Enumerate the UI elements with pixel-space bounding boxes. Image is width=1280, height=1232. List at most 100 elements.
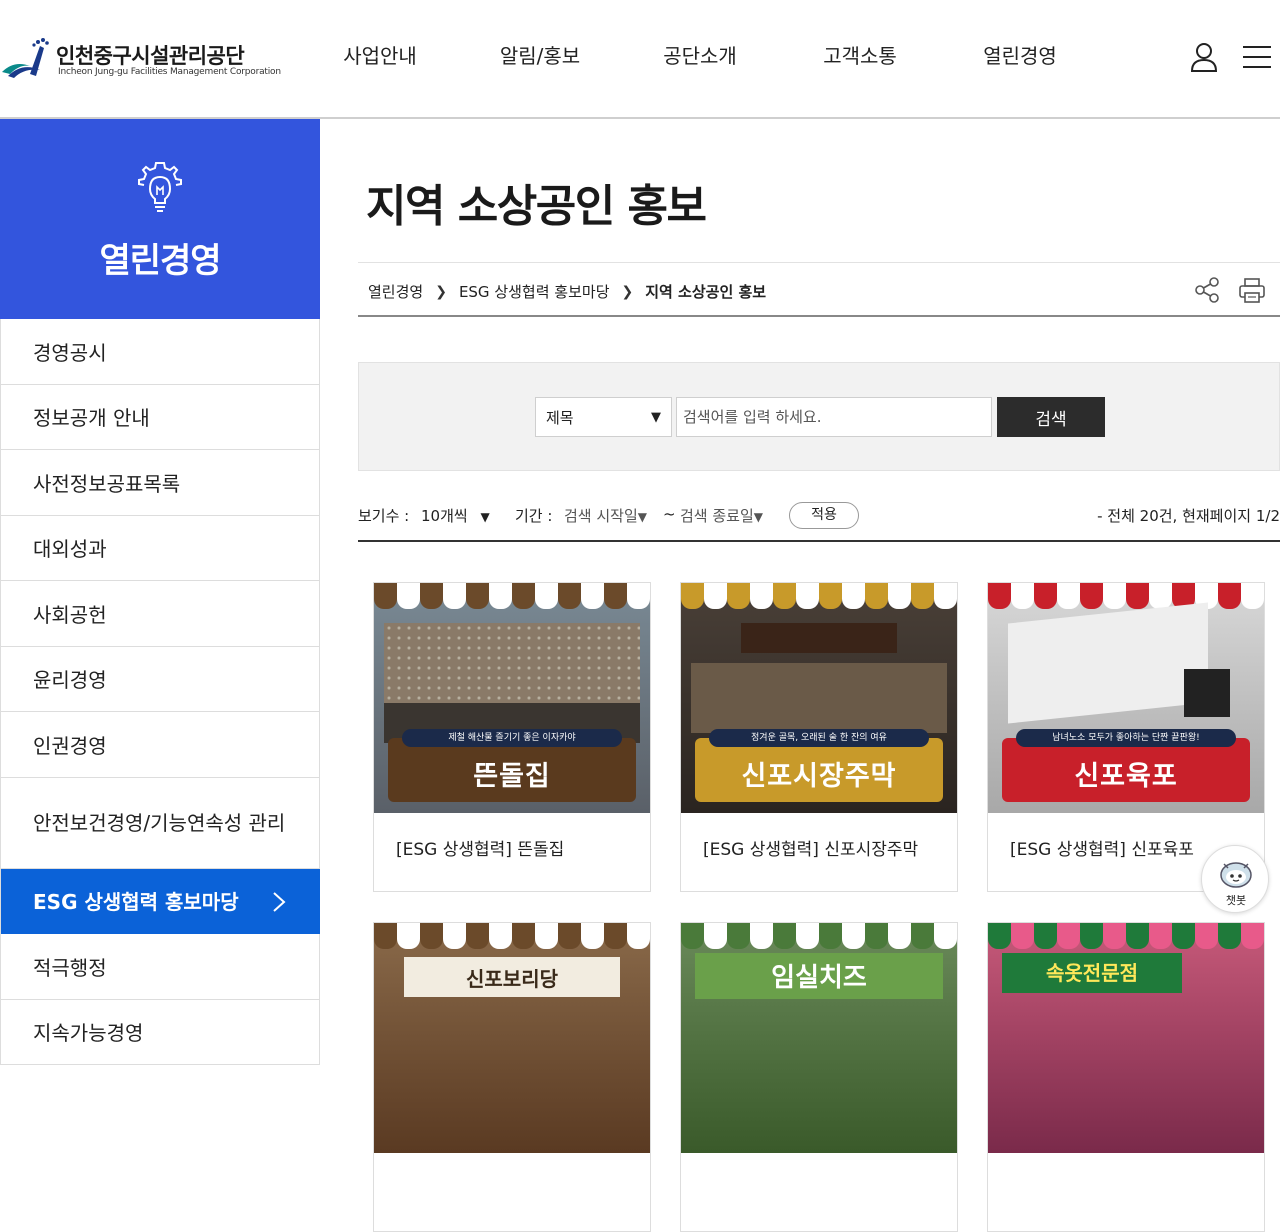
card-thumbnail: 속옷전문점: [988, 923, 1264, 1153]
caret-down-icon: ▼: [651, 410, 661, 425]
store-sign-tagline: 남녀노소 모두가 좋아하는 단짠 끝판왕!: [1016, 729, 1236, 747]
card-thumbnail: 제철 해산물 즐기기 좋은 이자카야 뜬돌집: [374, 583, 650, 813]
awning-decoration: [681, 923, 957, 949]
sidebar-item-label: 적극행정: [33, 955, 107, 980]
search-field-value: 제목: [546, 409, 574, 427]
site-header: 인천중구시설관리공단 Incheon Jung-gu Facilities Ma…: [0, 0, 1280, 119]
logo-mark-icon: [2, 38, 49, 78]
page-title: 지역 소상공인 홍보: [366, 181, 707, 232]
nav-business[interactable]: 사업안내: [300, 40, 460, 74]
breadcrumb-current: 지역 소상공인 홍보: [645, 283, 767, 301]
print-icon[interactable]: [1238, 276, 1266, 304]
gallery-card[interactable]: 속옷전문점: [987, 922, 1265, 1232]
view-count-value: 10개씩: [421, 507, 468, 525]
search-panel: 제목 ▼ 검색: [358, 362, 1280, 471]
chatbot-label: 챗봇: [1225, 894, 1247, 907]
sidebar-item-pre-disclosure-list[interactable]: 사전정보공표목록: [1, 450, 320, 516]
end-date-value: 검색 종료일: [680, 507, 754, 525]
gallery-card[interactable]: 임실치즈: [680, 922, 958, 1232]
sidebar-item-sustainable[interactable]: 지속가능경영: [1, 999, 320, 1065]
chatbot-button[interactable]: 챗봇: [1201, 845, 1269, 913]
gallery-card[interactable]: 제철 해산물 즐기기 좋은 이자카야 뜬돌집 [ESG 상생협력] 뜬돌집: [373, 582, 651, 892]
sidebar-item-label: 인권경영: [33, 733, 107, 758]
nav-notice[interactable]: 알림/홍보: [460, 40, 620, 74]
sidebar-item-ethics[interactable]: 윤리경영: [1, 646, 320, 712]
logo-title: 인천중구시설관리공단: [56, 44, 245, 68]
sidebar-item-esg[interactable]: ESG 상생협력 홍보마당: [1, 868, 320, 934]
site-logo[interactable]: 인천중구시설관리공단 Incheon Jung-gu Facilities Ma…: [0, 36, 281, 84]
search-field-select[interactable]: 제목 ▼: [535, 397, 672, 437]
store-sign: 남녀노소 모두가 좋아하는 단짠 끝판왕! 신포육포: [1002, 729, 1250, 802]
chatbot-robot-icon: [1220, 862, 1252, 888]
sidebar-item-label: 대외성과: [33, 537, 107, 562]
card-thumbnail: 남녀노소 모두가 좋아하는 단짠 끝판왕! 신포육포: [988, 583, 1264, 813]
view-count-select[interactable]: 10개씩 ▼: [421, 505, 490, 526]
sidebar-title: 열린경영: [99, 241, 221, 281]
card-thumbnail: 임실치즈: [681, 923, 957, 1153]
sidebar-item-label: 사전정보공표목록: [33, 471, 181, 496]
sidebar-menu: 경영공시 정보공개 안내 사전정보공표목록 대외성과 사회공헌 윤리경영 인권경…: [0, 319, 320, 1065]
nav-customer[interactable]: 고객소통: [780, 40, 940, 74]
hamburger-menu-icon[interactable]: [1243, 46, 1271, 70]
sidebar-item-label: ESG 상생협력 홍보마당: [33, 890, 239, 915]
main-nav: 사업안내 알림/홍보 공단소개 고객소통 열린경영: [300, 40, 1100, 74]
period-label: 기간 :: [515, 507, 553, 525]
sidebar: 열린경영 경영공시 정보공개 안내 사전정보공표목록 대외성과 사회공헌 윤리경…: [0, 119, 320, 1065]
gallery-card[interactable]: 정겨운 골목, 오래된 술 한 잔의 여유 신포시장주막 [ESG 상생협력] …: [680, 582, 958, 892]
sidebar-header: 열린경영: [0, 119, 320, 319]
sidebar-item-proactive-admin[interactable]: 적극행정: [1, 934, 320, 1000]
breadcrumb-item[interactable]: 열린경영: [368, 281, 423, 302]
start-date-select[interactable]: 검색 시작일▼: [564, 505, 647, 526]
logo-subtitle: Incheon Jung-gu Facilities Management Co…: [58, 67, 281, 77]
store-sign-name: 신포육포: [1074, 761, 1178, 792]
card-title[interactable]: [ESG 상생협력] 뜬돌집: [396, 835, 564, 860]
caret-down-icon: ▼: [480, 510, 490, 524]
store-sign: 정겨운 골목, 오래된 술 한 잔의 여유 신포시장주막: [695, 729, 943, 802]
card-thumbnail: 신포보리당: [374, 923, 650, 1153]
gallery-card[interactable]: 신포보리당: [373, 922, 651, 1232]
store-sign-name: 뜬돌집: [473, 761, 551, 792]
sidebar-item-management-disclosure[interactable]: 경영공시: [1, 319, 320, 385]
search-button[interactable]: 검색: [997, 397, 1105, 437]
breadcrumb-bar: 열린경영 ❯ ESG 상생협력 홍보마당 ❯ 지역 소상공인 홍보: [358, 262, 1280, 317]
sidebar-item-label: 지속가능경영: [33, 1021, 144, 1046]
gallery-card[interactable]: 남녀노소 모두가 좋아하는 단짠 끝판왕! 신포육포 [ESG 상생협력] 신포…: [987, 582, 1265, 892]
chevron-right-icon: [273, 891, 286, 912]
card-title[interactable]: [ESG 상생협력] 신포시장주막: [703, 835, 918, 860]
sidebar-item-label: 윤리경영: [33, 668, 107, 693]
store-sign-name: 속옷전문점: [1046, 961, 1138, 985]
sidebar-item-info-disclosure[interactable]: 정보공개 안내: [1, 384, 320, 450]
sidebar-item-label: 경영공시: [33, 340, 107, 365]
chevron-right-icon: ❯: [621, 283, 634, 300]
awning-decoration: [374, 923, 650, 949]
card-title[interactable]: [ESG 상생협력] 신포육포: [1010, 835, 1194, 860]
sidebar-item-safety-health[interactable]: 안전보건경영/기능연속성 관리: [1, 777, 320, 869]
user-icon[interactable]: [1190, 42, 1218, 72]
awning-decoration: [988, 923, 1264, 949]
card-thumbnail: 정겨운 골목, 오래된 술 한 잔의 여유 신포시장주막: [681, 583, 957, 813]
nav-open-management[interactable]: 열린경영: [940, 40, 1100, 74]
sidebar-item-external-achievements[interactable]: 대외성과: [1, 515, 320, 581]
awning-decoration: [374, 583, 650, 609]
store-sign-tagline: 제철 해산물 즐기기 좋은 이자카야: [402, 729, 622, 747]
apply-filter-button[interactable]: 적용: [789, 502, 859, 529]
sidebar-item-human-rights[interactable]: 인권경영: [1, 712, 320, 778]
share-icon[interactable]: [1194, 277, 1220, 303]
sidebar-item-social-contribution[interactable]: 사회공헌: [1, 581, 320, 647]
end-date-select[interactable]: 검색 종료일▼: [680, 505, 763, 526]
store-sign-name: 신포보리당: [466, 967, 558, 991]
search-input[interactable]: [676, 397, 992, 437]
awning-decoration: [681, 583, 957, 609]
view-count-label: 보기수 :: [358, 507, 410, 525]
total-count: - 전체 20건, 현재페이지 1/2: [1097, 507, 1280, 525]
lightbulb-gear-icon: [138, 162, 182, 212]
store-sign-name: 신포시장주막: [741, 761, 897, 792]
nav-about[interactable]: 공단소개: [620, 40, 780, 74]
awning-decoration: [988, 583, 1264, 609]
caret-down-icon: ▼: [637, 510, 648, 524]
list-filter-bar: 보기수 : 10개씩 ▼ 기간 : 검색 시작일▼ ~ 검색 종료일▼ 적용 -…: [358, 500, 1280, 542]
breadcrumb-item[interactable]: ESG 상생협력 홍보마당: [459, 281, 610, 302]
chevron-right-icon: ❯: [435, 283, 447, 300]
caret-down-icon: ▼: [753, 510, 764, 524]
sidebar-item-label: 정보공개 안내: [33, 406, 150, 431]
